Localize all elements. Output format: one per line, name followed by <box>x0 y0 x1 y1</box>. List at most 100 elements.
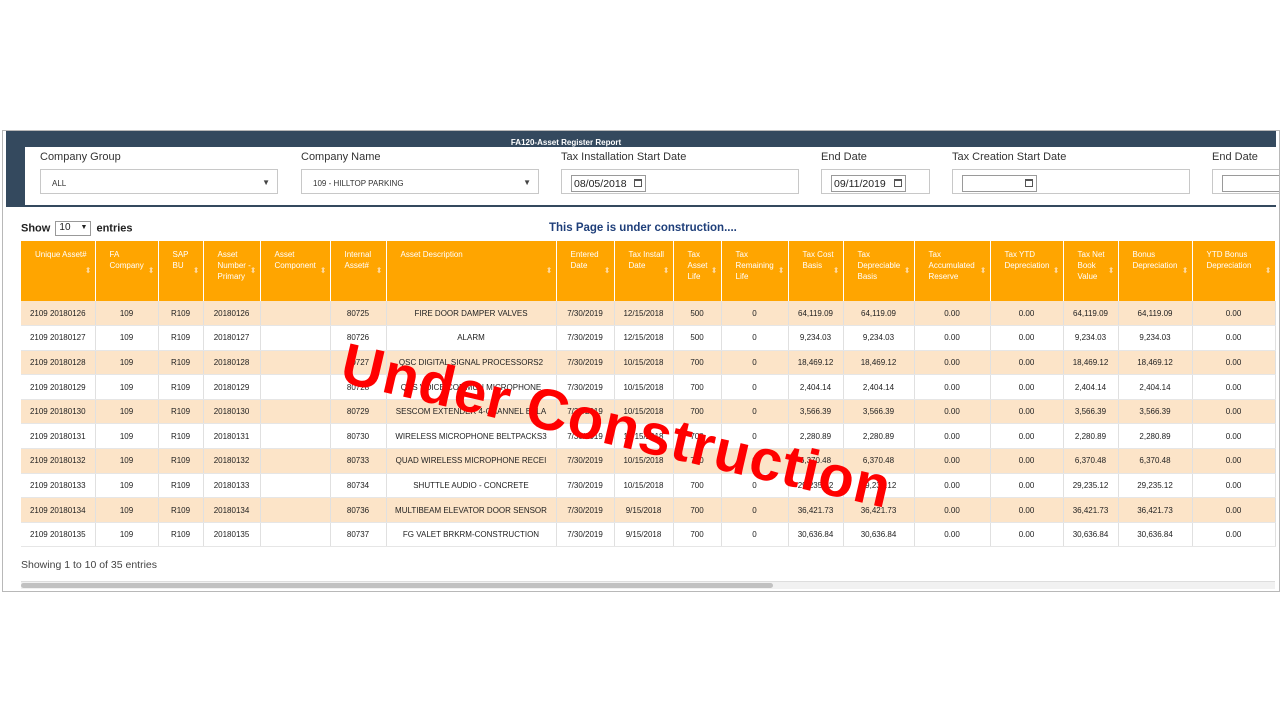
sort-icon[interactable]: ⬍ <box>250 265 257 276</box>
sort-icon[interactable]: ⬍ <box>1265 265 1272 276</box>
table-cell: 7/30/2019 <box>556 325 615 351</box>
table-cell <box>260 301 331 327</box>
column-header[interactable]: YTD Bonus Depreciation ⬍ <box>1192 241 1276 301</box>
table-cell: R109 <box>158 522 204 548</box>
company-name-select[interactable]: 109 - HILLTOP PARKING ▼ <box>301 169 539 194</box>
horizontal-scrollbar[interactable] <box>21 581 1275 589</box>
table-cell: 0.00 <box>1192 399 1276 425</box>
column-header[interactable]: Internal Asset# ⬍ <box>330 241 387 301</box>
table-cell: 0.00 <box>1192 448 1276 474</box>
filter-panel: Company Group ALL ▼ Company Name 109 - H… <box>25 147 1279 205</box>
sort-icon[interactable]: ⬍ <box>904 265 911 276</box>
table-cell: 0.00 <box>990 301 1064 327</box>
sort-icon[interactable]: ⬍ <box>1053 265 1060 276</box>
column-header[interactable]: SAP BU ⬍ <box>158 241 204 301</box>
table-row[interactable]: 2109 20180132 109 R109 20180132 80733 QUAD WI… <box>21 448 1276 474</box>
column-header[interactable]: Tax Install Date ⬍ <box>614 241 674 301</box>
sort-icon[interactable]: ⬍ <box>604 265 611 276</box>
column-header-label: Tax Install Date <box>628 250 665 270</box>
table-cell: 0 <box>721 423 789 450</box>
column-header[interactable]: Tax Cost Basis ⬍ <box>788 241 844 301</box>
sort-icon[interactable]: ⬍ <box>376 265 383 276</box>
sort-icon[interactable]: ⬍ <box>148 265 155 276</box>
calendar-icon[interactable] <box>1025 179 1033 187</box>
table-cell: 18,469.12 <box>1063 350 1119 376</box>
table-row[interactable]: 2109 20180134 109 R109 20180134 80736 MULTIBE… <box>21 497 1276 523</box>
column-header[interactable]: Tax Asset Life ⬍ <box>673 241 722 301</box>
table-cell: 30,636.84 <box>788 522 844 548</box>
sort-icon[interactable]: ⬍ <box>320 265 327 276</box>
length-menu-prefix: Show <box>21 222 51 235</box>
column-header[interactable]: Tax Remaining Life ⬍ <box>721 241 789 301</box>
table-cell: 2,404.14 <box>788 374 844 400</box>
column-header[interactable]: Tax Net Book Value ⬍ <box>1063 241 1119 301</box>
table-cell: 7/30/2019 <box>556 301 615 327</box>
end-date-input[interactable]: 09/11/2019 <box>831 175 906 192</box>
column-header-label: Tax Remaining Life <box>735 250 774 281</box>
sort-icon[interactable]: ⬍ <box>1108 265 1115 276</box>
column-header[interactable]: Entered Date ⬍ <box>556 241 615 301</box>
table-cell: R109 <box>158 399 204 425</box>
column-header[interactable]: Asset Component ⬍ <box>260 241 331 301</box>
table-cell: 0.00 <box>914 448 991 474</box>
sort-icon[interactable]: ⬍ <box>85 265 92 276</box>
end-date-value: 09/11/2019 <box>834 178 886 190</box>
calendar-icon[interactable] <box>634 179 642 187</box>
table-row[interactable]: 2109 20180127 109 R109 20180127 80726 ALARM 7/… <box>21 325 1276 351</box>
page-length-select[interactable]: 10 ▼ <box>55 221 92 236</box>
sort-icon[interactable]: ⬍ <box>1182 265 1189 276</box>
column-header-label: Tax Asset Life <box>687 250 708 281</box>
table-row[interactable]: 2109 20180129 109 R109 20180129 80728 QYS VOI… <box>21 374 1276 400</box>
sort-icon[interactable]: ⬍ <box>663 265 670 276</box>
table-cell: 0.00 <box>990 350 1064 376</box>
table-row[interactable]: 2109 20180130 109 R109 20180130 80729 SESCOM … <box>21 399 1276 425</box>
column-header[interactable]: Unique Asset# ⬍ <box>21 241 96 301</box>
sort-icon[interactable]: ⬍ <box>980 265 987 276</box>
table-row[interactable]: 2109 20180131 109 R109 20180131 80730 WIRELES… <box>21 423 1276 450</box>
tax-install-start-input[interactable]: 08/05/2018 <box>571 175 646 192</box>
column-header[interactable]: Asset Description ⬍ <box>386 241 557 301</box>
table-cell: 500 <box>673 301 722 327</box>
table-cell: 10/15/2018 <box>614 448 674 474</box>
end-date-2-label: End Date <box>1212 151 1258 163</box>
column-header[interactable]: Asset Number - Primary ⬍ <box>203 241 261 301</box>
table-row[interactable]: 2109 20180133 109 R109 20180133 80734 SHUTTLE… <box>21 473 1276 499</box>
table-cell: 80727 <box>330 350 387 376</box>
table-cell: QYS VOICE COMMUN MICROPHONE <box>386 374 557 400</box>
table-cell: 9,234.03 <box>788 325 844 351</box>
column-header[interactable]: Tax YTD Depreciation ⬍ <box>990 241 1064 301</box>
table-cell: 3,566.39 <box>1063 399 1119 425</box>
page-length-value: 10 <box>59 222 71 233</box>
column-header[interactable]: Tax Accumulated Reserve ⬍ <box>914 241 991 301</box>
column-header[interactable]: FA Company ⬍ <box>95 241 159 301</box>
calendar-icon[interactable] <box>894 179 902 187</box>
table-cell: 0.00 <box>914 399 991 425</box>
tax-creation-start-input[interactable] <box>962 175 1037 192</box>
table-row[interactable]: 2109 20180126 109 R109 20180126 80725 FIRE DO… <box>21 301 1276 327</box>
column-header-label: SAP BU <box>172 250 189 270</box>
column-header[interactable]: Tax Depreciable Basis ⬍ <box>843 241 915 301</box>
end-date-2-input[interactable] <box>1222 175 1279 192</box>
company-group-select[interactable]: ALL ▼ <box>40 169 278 194</box>
table-info: Showing 1 to 10 of 35 entries <box>21 559 158 571</box>
table-cell: 2,280.89 <box>1118 423 1193 450</box>
column-header[interactable]: Bonus Depreciation ⬍ <box>1118 241 1193 301</box>
table-cell: 10/15/2018 <box>614 374 674 400</box>
table-cell: 0 <box>721 350 789 376</box>
table-cell: SESCOM EXTENDER 4-CHANNEL BALA <box>386 399 557 425</box>
table-cell: 0 <box>721 448 789 474</box>
table-cell: 0 <box>721 497 789 523</box>
scrollbar-thumb[interactable] <box>21 583 773 588</box>
sort-icon[interactable]: ⬍ <box>546 265 553 276</box>
table-row[interactable]: 2109 20180128 109 R109 20180128 80727 QSC DIG… <box>21 350 1276 376</box>
sort-icon[interactable]: ⬍ <box>711 265 718 276</box>
sort-icon[interactable]: ⬍ <box>833 265 840 276</box>
sort-icon[interactable]: ⬍ <box>778 265 785 276</box>
table-cell: 20180134 <box>203 497 261 523</box>
sort-icon[interactable]: ⬍ <box>193 265 200 276</box>
column-header-label: Bonus Depreciation <box>1132 250 1178 270</box>
table-row[interactable]: 2109 20180135 109 R109 20180135 80737 FG VALE… <box>21 522 1276 548</box>
table-cell: 0.00 <box>1192 497 1276 523</box>
table-cell: 2109 20180127 <box>21 325 96 351</box>
table-cell: 0.00 <box>990 473 1064 499</box>
